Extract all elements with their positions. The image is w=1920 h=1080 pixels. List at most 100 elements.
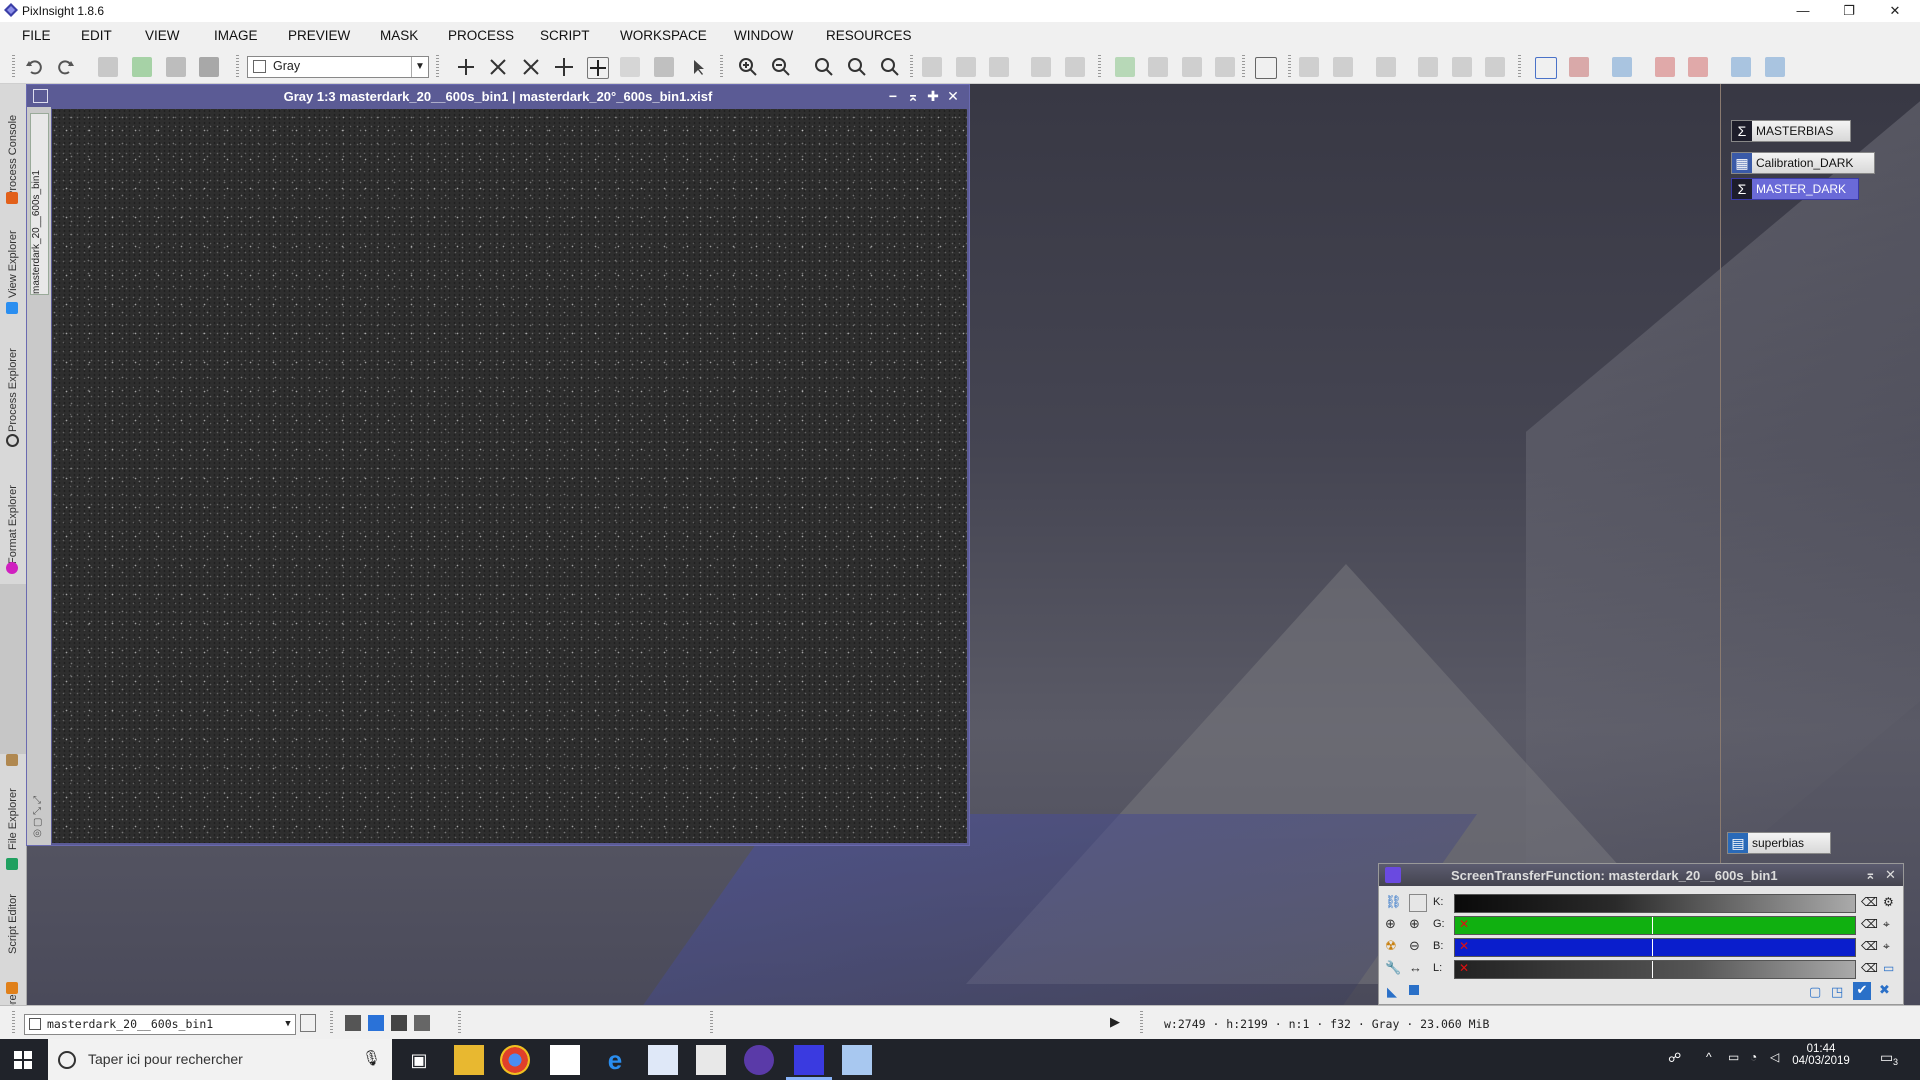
windows-start-icon[interactable]	[14, 1051, 32, 1069]
display-icon[interactable]	[1731, 57, 1751, 77]
toolbar-grip[interactable]	[12, 1011, 15, 1035]
stf-channel-g[interactable]	[1454, 916, 1856, 935]
notification-icon[interactable]: ▭	[1880, 1049, 1893, 1066]
edge-icon[interactable]: e	[600, 1045, 630, 1075]
app-icon[interactable]	[648, 1045, 678, 1075]
chevron-up-icon[interactable]: ^	[1706, 1050, 1712, 1064]
new-instance-icon[interactable]: ◣	[1387, 984, 1397, 1000]
stf-shade-button[interactable]: ⌅	[1865, 867, 1876, 883]
reset-icon[interactable]: ⌫	[1861, 939, 1878, 953]
stf-channel-k[interactable]	[1454, 894, 1856, 913]
process-g-icon[interactable]	[1376, 57, 1396, 77]
window-tile-icon[interactable]	[1031, 57, 1051, 77]
pointer-icon[interactable]	[1409, 894, 1427, 912]
image-icon-superbias[interactable]: ▤ superbias	[1727, 832, 1831, 854]
window-cascade-icon[interactable]	[1065, 57, 1085, 77]
mail-icon[interactable]	[550, 1045, 580, 1075]
image-window-titlebar[interactable]: Gray 1:3 masterdark_20__600s_bin1 | mast…	[27, 85, 969, 107]
stf-midtone-marker[interactable]	[1652, 917, 1653, 934]
stf-reset-icon[interactable]	[1655, 57, 1675, 77]
process-d-icon[interactable]	[1255, 57, 1277, 79]
zoom-out-icon[interactable]: ⊖	[1409, 938, 1420, 954]
process-b-icon[interactable]	[1182, 57, 1202, 77]
image-window[interactable]: Gray 1:3 masterdark_20__600s_bin1 | mast…	[26, 84, 970, 846]
swatch-dark-icon[interactable]	[345, 1015, 361, 1031]
process-i-icon[interactable]	[1452, 57, 1472, 77]
stf-close-button[interactable]: ✕	[1885, 867, 1896, 883]
stf-auto-icon[interactable]	[1569, 57, 1589, 77]
task-view-icon[interactable]: ▣	[404, 1045, 434, 1075]
app-icon[interactable]	[744, 1045, 774, 1075]
process-icon-masterbias[interactable]: Σ MASTERBIAS	[1731, 120, 1851, 142]
redo-icon[interactable]	[56, 57, 76, 77]
menu-file[interactable]: FILE	[22, 28, 51, 43]
process-h-icon[interactable]	[1418, 57, 1438, 77]
stf-link-icon[interactable]	[1612, 57, 1632, 77]
menu-view[interactable]: VIEW	[145, 28, 180, 43]
menu-image[interactable]: IMAGE	[214, 28, 258, 43]
zoom-fit-icon[interactable]	[488, 57, 508, 77]
reset-icon[interactable]: ⌫	[1861, 895, 1878, 909]
process-a-icon[interactable]	[1148, 57, 1168, 77]
zoom-1-1-icon[interactable]	[814, 57, 834, 77]
wifi-icon[interactable]: ◔	[1750, 1050, 1757, 1064]
zoom-1-2-icon[interactable]	[847, 57, 867, 77]
menu-window[interactable]: WINDOW	[734, 28, 793, 43]
clock[interactable]: 01:44 04/03/2019	[1784, 1043, 1858, 1067]
mask-show-icon[interactable]	[199, 57, 219, 77]
people-icon[interactable]: ☍	[1668, 1050, 1681, 1066]
crosshair-icon[interactable]: ⌖	[1883, 939, 1890, 954]
close-button[interactable]: ✕	[1872, 0, 1918, 22]
pointer-icon[interactable]	[688, 57, 708, 77]
process-e-icon[interactable]	[1299, 57, 1319, 77]
open-icon[interactable]	[1115, 57, 1135, 77]
pan-mode-icon[interactable]	[456, 57, 476, 77]
stf-titlebar[interactable]: ScreenTransferFunction: masterdark_20__6…	[1379, 864, 1903, 886]
chrome-icon[interactable]	[500, 1045, 530, 1075]
tab-file-explorer[interactable]: File Explorer	[2, 760, 24, 850]
duplicate-image-icon[interactable]	[132, 57, 152, 77]
link-icon[interactable]: ⛓	[1385, 894, 1402, 910]
stf-apply-icon[interactable]	[1688, 57, 1708, 77]
apply-global-icon[interactable]	[1409, 985, 1419, 995]
screen-icon[interactable]	[1535, 57, 1557, 79]
battery-icon[interactable]: ▭	[1728, 1050, 1739, 1064]
chevron-down-icon[interactable]: ▼	[281, 1015, 295, 1034]
menu-edit[interactable]: EDIT	[81, 28, 112, 43]
menu-script[interactable]: SCRIPT	[540, 28, 590, 43]
display-settings-icon[interactable]	[1765, 57, 1785, 77]
zoom-in-icon[interactable]	[738, 57, 758, 77]
apply-check-icon[interactable]: ✔	[1853, 982, 1871, 1000]
real-time-icon[interactable]: ◳	[1831, 984, 1843, 1000]
restore-button[interactable]: ❐	[1826, 0, 1872, 22]
channel-select[interactable]: Gray ▼	[247, 56, 429, 78]
dyncrop-icon[interactable]	[956, 57, 976, 77]
zoom-fit-window-icon[interactable]	[521, 57, 541, 77]
toolbar-grip[interactable]	[12, 55, 15, 79]
process-j-icon[interactable]	[1485, 57, 1505, 77]
pan-horizontal-icon[interactable]: ↔	[1409, 960, 1422, 975]
app-icon[interactable]	[842, 1045, 872, 1075]
menu-process[interactable]: PROCESS	[448, 28, 514, 43]
taskbar-search[interactable]: Taper ici pour rechercher 🎙	[48, 1039, 392, 1080]
tab-format-explorer[interactable]: Format Explorer	[2, 459, 24, 564]
window-shade-button[interactable]: ⌅	[905, 88, 921, 104]
pixinsight-taskbar-icon[interactable]	[794, 1045, 824, 1075]
menu-resources[interactable]: RESOURCES	[826, 28, 912, 43]
menu-mask[interactable]: MASK	[380, 28, 418, 43]
stf-midtone-marker[interactable]	[1652, 939, 1653, 956]
wrench-icon[interactable]: 🔧	[1385, 960, 1401, 976]
stf-panel[interactable]: ScreenTransferFunction: masterdark_20__6…	[1378, 863, 1904, 1005]
mask-enable-icon[interactable]	[166, 57, 186, 77]
process-icon-master-dark[interactable]: Σ MASTER_DARK	[1731, 178, 1859, 200]
gear-icon[interactable]: ⚙	[1883, 895, 1894, 909]
crop-icon[interactable]	[922, 57, 942, 77]
zoom-out-icon[interactable]	[771, 57, 791, 77]
move-icon[interactable]	[554, 57, 574, 77]
tab-process-console[interactable]: Process Console	[2, 88, 24, 198]
window-close-button[interactable]: ✕	[945, 88, 961, 104]
menu-preview[interactable]: PREVIEW	[288, 28, 350, 43]
swatch-light-icon[interactable]	[414, 1015, 430, 1031]
undo-icon[interactable]	[24, 57, 44, 77]
tab-view-explorer[interactable]: View Explorer	[2, 208, 24, 298]
